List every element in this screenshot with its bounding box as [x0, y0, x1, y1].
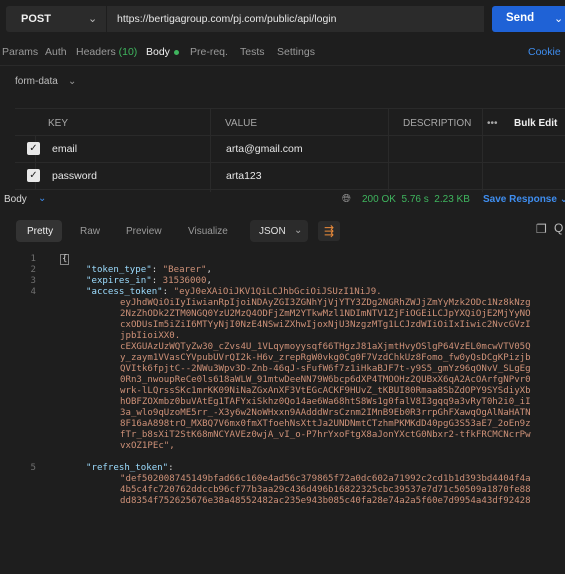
json-value: "Bearer"	[162, 265, 207, 275]
more-options-icon[interactable]: •••	[487, 118, 498, 129]
tab-prereq[interactable]: Pre-req.	[190, 46, 228, 58]
tab-settings[interactable]: Settings	[277, 46, 315, 58]
json-key: "expires_in"	[86, 276, 152, 286]
tab-auth[interactable]: Auth	[45, 46, 67, 58]
response-view-toolbar: Pretty Raw Preview Visualize JSON ⌄ ⇶ ❐ …	[0, 218, 565, 244]
tab-body[interactable]: Body	[146, 46, 179, 58]
line-number: 1	[30, 254, 36, 264]
code-line: "refresh_token":	[86, 463, 174, 473]
code-line: "token_type": "Bearer",	[86, 265, 212, 275]
code-line: eyJhdWQiOiIyIiwianRpIjoiNDAyZGI3ZGNhYjVj…	[120, 298, 531, 308]
headers-count: (10)	[118, 46, 138, 58]
code-line: QVItk6fpjtC--2NWu3Wpv3D-Znb-46qJ-sFufW6f…	[120, 364, 531, 374]
json-value: 31536000	[162, 276, 207, 286]
line-number: 5	[30, 463, 36, 473]
response-body-tab[interactable]: Body	[4, 194, 27, 205]
table-row: ✓ password arta123	[15, 163, 565, 190]
code-line: y_zaym1VVasCYVpubUVrQI2k-H6v_zrepRgW0vkg…	[120, 353, 531, 363]
code-line: 8F16aA898trO_MXBQ7V6mx0fmXTfoehNsXttJa2U…	[120, 419, 531, 429]
row-key[interactable]: password	[52, 170, 97, 182]
tab-tests[interactable]: Tests	[240, 46, 265, 58]
code-line: 2NzZhODk2ZTM0NGQ0YzU2MzQ4ODFjZmM2YTkwMzl…	[120, 309, 531, 319]
globe-icon[interactable]: 🌐︎	[342, 193, 351, 206]
code-line: 0Rn3_nwoupReCe0ls618aWLW_91mtwDeeNN79W6b…	[120, 375, 531, 385]
method-select[interactable]: POST ⌄	[6, 6, 106, 32]
chevron-down-icon: ⌄	[88, 13, 98, 25]
wrap-lines-icon[interactable]: ⇶	[318, 221, 340, 241]
chevron-down-icon[interactable]: ⌄	[68, 76, 76, 87]
code-line: 4b5c4fc720762ddccb96cf77b3aa29c436d496b1…	[120, 485, 531, 495]
json-brace: {	[60, 254, 70, 265]
code-line: 3a_wlo9qUzoME5rr_-X3y6w2NoWHxxn9AAdddWrs…	[120, 408, 531, 418]
checkbox[interactable]: ✓	[27, 142, 40, 155]
request-bar: POST ⌄ https://bertigagroup.com/pj.com/p…	[0, 0, 565, 38]
response-size: 2.23 KB	[434, 194, 470, 205]
copy-icon[interactable]: ❐	[536, 222, 547, 236]
request-tabs: Params Auth Headers (10) Body Pre-req. T…	[0, 40, 565, 66]
search-icon[interactable]: Q	[554, 221, 563, 235]
code-line: wrk-lLQrssSKc1mrKK09NiNaZGxAnXF3VtEGcACK…	[120, 386, 531, 396]
code-line: "access_token": "eyJ0eXAiOiJKV1QiLCJhbGc…	[86, 287, 382, 297]
save-response-label: Save Response	[483, 194, 557, 205]
json-value: "eyJ0eXAiOiJKV1QiLCJhbGciOiJSUzI1NiJ9.	[173, 287, 382, 297]
code-line: {	[60, 254, 70, 265]
tab-raw[interactable]: Raw	[80, 226, 100, 237]
code-line: cEXGUAzUzWQTyZw30_cZvs4U_1VLqymoyysqf66T…	[120, 342, 531, 352]
code-line: hOBFZOXmbz0buVAtEg1TAFYxiSkhz0Qo14ae6Wa6…	[120, 397, 531, 407]
tab-visualize[interactable]: Visualize	[188, 226, 228, 237]
json-key: "refresh_token"	[86, 463, 169, 473]
tab-params[interactable]: Params	[2, 46, 38, 58]
format-label: JSON	[259, 226, 286, 237]
body-mode-select[interactable]: form-data	[15, 76, 58, 87]
row-value[interactable]: arta123	[226, 170, 262, 182]
chevron-down-icon: ⌄	[294, 225, 303, 236]
tab-headers[interactable]: Headers (10)	[76, 46, 137, 58]
line-number: 3	[30, 276, 36, 286]
tab-headers-label: Headers	[76, 46, 116, 58]
response-time: 5.76 s	[401, 194, 429, 205]
col-value: VALUE	[225, 118, 258, 129]
row-value[interactable]: arta@gmail.com	[226, 143, 303, 155]
code-line: jpbIioiXX0.	[120, 331, 181, 341]
response-code[interactable]: 1 2 3 4 5 { "token_type": "Bearer", "exp…	[0, 252, 565, 574]
send-label: Send	[506, 12, 535, 24]
checkbox[interactable]: ✓	[27, 169, 40, 182]
save-response-button[interactable]: Save Response ⌄	[483, 194, 565, 205]
code-line: dd8354f752625676e38a48552482ac235e943b08…	[120, 496, 531, 506]
code-line: fTr_b8sXiT2StK68mNCYAVEz0wjA_vI_o-P7hrYx…	[120, 430, 531, 440]
line-number: 2	[30, 265, 36, 275]
url-input[interactable]: https://bertigagroup.com/pj.com/public/a…	[106, 6, 484, 32]
format-select[interactable]: JSON ⌄	[250, 220, 308, 242]
table-row: ✓ email arta@gmail.com	[15, 136, 565, 163]
chevron-down-icon[interactable]: ⌄	[554, 12, 563, 25]
bulk-edit-button[interactable]: Bulk Edit	[514, 118, 557, 129]
method-label: POST	[21, 13, 51, 25]
col-description: DESCRIPTION	[403, 118, 472, 129]
tab-pretty-label: Pretty	[27, 226, 54, 237]
code-line: cxODUsIm5iZiI6MTYyNjI0NzE4NSwiZXhwIjoxNj…	[120, 320, 531, 330]
tab-preview[interactable]: Preview	[126, 226, 162, 237]
url-text: https://bertigagroup.com/pj.com/public/a…	[117, 13, 337, 25]
status-info: 200 OK 5.76 s 2.23 KB	[362, 194, 470, 205]
status-code: 200 OK	[362, 194, 396, 205]
col-key: KEY	[48, 118, 69, 129]
active-dot-icon	[173, 49, 179, 55]
json-key: "token_type"	[86, 265, 152, 275]
row-key[interactable]: email	[52, 143, 77, 155]
tab-pretty[interactable]: Pretty	[16, 220, 62, 242]
tab-body-label: Body	[146, 46, 170, 58]
code-line: "expires_in": 31536000,	[86, 276, 212, 286]
code-line: vxOZ1PEc",	[120, 441, 175, 451]
response-bar: Body ⌄ 🌐︎ 200 OK 5.76 s 2.23 KB Save Res…	[0, 190, 565, 212]
chevron-down-icon[interactable]: ⌄	[38, 193, 46, 204]
cookies-link[interactable]: Cookie	[528, 46, 561, 58]
code-line: "def502008745149bfad66c160e4ad56c379865f…	[120, 474, 531, 484]
send-button[interactable]: Send ⌄	[492, 6, 565, 32]
json-key: "access_token"	[86, 287, 163, 297]
line-number: 4	[30, 287, 36, 297]
